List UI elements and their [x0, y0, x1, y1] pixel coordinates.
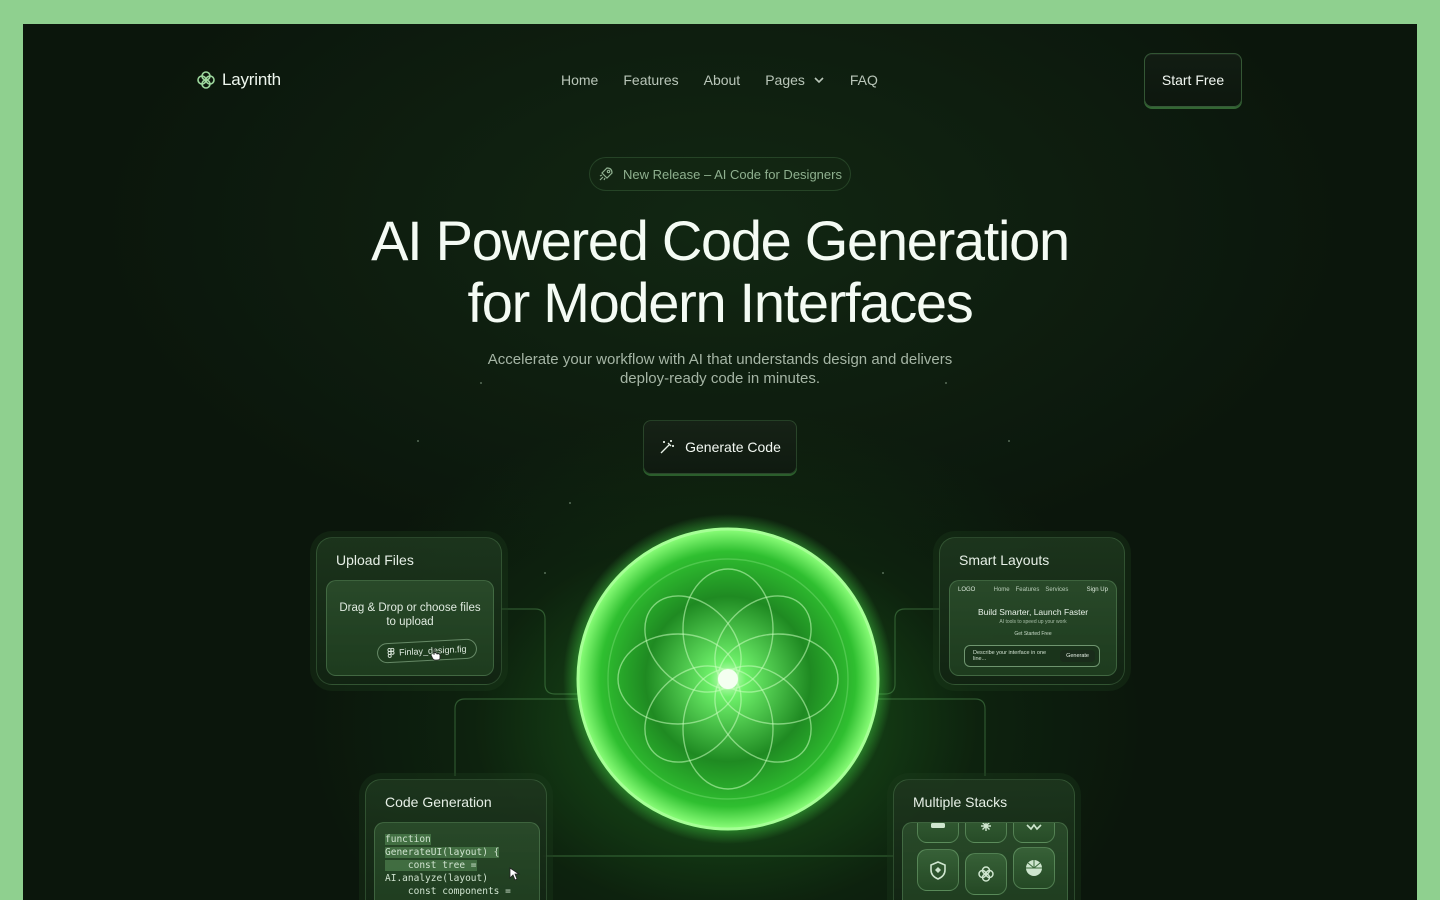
hero-subtitle: Accelerate your workflow with AI that un…: [23, 350, 1417, 388]
preview-signup: Sign Up: [1086, 587, 1108, 593]
code-line: GenerateUI(layout) {: [385, 847, 500, 858]
dropzone-line-2: to upload: [386, 616, 434, 628]
dropzone-line-1: Drag & Drop or choose files: [339, 602, 481, 614]
layers-icon: [931, 823, 945, 828]
sparkle: [1008, 440, 1010, 442]
arrow-cursor-icon: [509, 867, 521, 881]
logo-icon: [197, 71, 215, 89]
sparkle: [569, 502, 571, 504]
ai-orb: [563, 514, 893, 844]
nav-item-pages[interactable]: Pages: [765, 72, 825, 88]
figma-icon: [387, 647, 395, 658]
generate-code-label: Generate Code: [685, 439, 781, 455]
rocket-icon: [599, 167, 613, 181]
hero-headline: AI Powered Code Generation for Modern In…: [23, 210, 1417, 334]
code-snippet: function GenerateUI(layout) { const tree…: [385, 833, 511, 898]
sparkle: [544, 572, 546, 574]
page-frame: Layrinth Home Features About Pages FAQ S…: [23, 24, 1417, 900]
code-line: AI.analyze(layout): [385, 873, 488, 884]
preview-generate-button[interactable]: Generate: [1060, 650, 1095, 662]
card-title: Smart Layouts: [959, 552, 1050, 568]
dropzone-text: Drag & Drop or choose files to upload: [327, 601, 493, 629]
smart-layouts-card: Smart Layouts LOGO Home Features Service…: [939, 537, 1125, 685]
generate-code-button[interactable]: Generate Code: [643, 420, 797, 474]
preview-link: Home: [993, 587, 1010, 593]
preview-prompt-placeholder: Describe your interface in one line...: [973, 650, 1047, 662]
nav-item-about[interactable]: About: [704, 72, 741, 88]
brand-logo[interactable]: Layrinth: [196, 70, 281, 90]
preview-prompt-input[interactable]: Describe your interface in one line... G…: [964, 645, 1100, 667]
stacks-grid: [902, 822, 1068, 900]
file-chip[interactable]: Finlay_design.fig: [376, 638, 478, 664]
hand-cursor-icon: [430, 648, 441, 661]
card-title: Code Generation: [385, 794, 492, 810]
preview-link: Features: [1015, 587, 1040, 593]
stack-tile[interactable]: [965, 823, 1007, 843]
layout-preview: LOGO Home Features Services Sign Up Buil…: [949, 580, 1117, 676]
preview-links: Home Features Services: [994, 587, 1069, 593]
stack-tile[interactable]: [965, 853, 1007, 895]
chevron-down-icon: [814, 77, 824, 84]
stack-tile[interactable]: [1013, 847, 1055, 889]
shield-icon: [930, 861, 946, 880]
code-line: const tree =: [385, 860, 477, 871]
sparkle: [417, 440, 419, 442]
preview-link: Services: [1045, 587, 1069, 593]
preview-nav: LOGO Home Features Services Sign Up: [958, 587, 1108, 593]
release-badge[interactable]: New Release – AI Code for Designers: [589, 157, 851, 191]
code-line: function: [385, 834, 431, 845]
stack-tile[interactable]: [917, 849, 959, 891]
wave-icon: [1026, 823, 1042, 831]
headline-line-1: AI Powered Code Generation: [371, 209, 1070, 272]
magic-wand-icon: [660, 440, 675, 454]
multiple-stacks-card: Multiple Stacks: [893, 779, 1075, 900]
stack-tile[interactable]: [917, 823, 959, 843]
nav-item-features[interactable]: Features: [623, 72, 678, 88]
preview-headline: Build Smarter, Launch Faster: [977, 607, 1089, 617]
nav-item-faq[interactable]: FAQ: [850, 72, 878, 88]
nav-item-pages-label: Pages: [765, 72, 805, 88]
brand-name: Layrinth: [222, 70, 281, 89]
card-title: Multiple Stacks: [913, 794, 1008, 810]
clover-icon: [978, 866, 994, 882]
preview-logo: LOGO: [958, 587, 976, 593]
code-panel: function GenerateUI(layout) { const tree…: [374, 822, 540, 900]
stack-tile[interactable]: [1013, 823, 1055, 843]
sparkle-icon: [981, 823, 991, 831]
subtitle-line-2: deploy-ready code in minutes.: [619, 370, 821, 387]
upload-files-card: Upload Files Drag & Drop or choose files…: [316, 537, 502, 685]
start-free-button[interactable]: Start Free: [1144, 53, 1242, 107]
sunburst-icon: [1026, 860, 1042, 876]
badge-text: New Release – AI Code for Designers: [623, 166, 842, 182]
dropzone[interactable]: Drag & Drop or choose files to upload Fi…: [326, 580, 494, 676]
subtitle-line-1: Accelerate your workflow with AI that un…: [487, 351, 953, 368]
headline-line-2: for Modern Interfaces: [467, 271, 974, 334]
code-line: const components =: [385, 886, 511, 897]
preview-cta: Get Started Free: [1014, 631, 1052, 637]
code-generation-card: Code Generation function GenerateUI(layo…: [365, 779, 547, 900]
card-title: Upload Files: [336, 552, 414, 568]
main-nav: Home Features About Pages FAQ: [561, 72, 878, 88]
nav-item-home[interactable]: Home: [561, 72, 598, 88]
preview-subtitle: AI tools to speed up your work: [999, 619, 1067, 625]
